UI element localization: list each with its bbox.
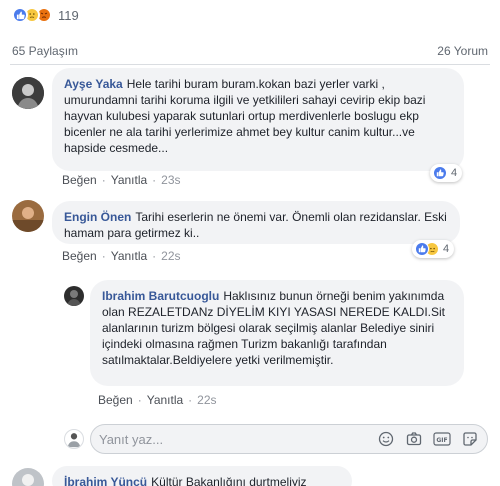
comment-reactions[interactable]: 4 (430, 164, 463, 182)
svg-text:GIF: GIF (436, 437, 447, 444)
reply-box: GIF (90, 424, 488, 454)
separator-dot: · (188, 393, 193, 407)
comments-count[interactable]: 26 Yorum (437, 44, 488, 58)
comment-time[interactable]: 22s (161, 249, 180, 263)
separator-dot: · (101, 173, 106, 187)
post-stats: 65 Paylaşım 26 Yorum (12, 44, 488, 58)
comment-time[interactable]: 23s (161, 173, 180, 187)
comment-bubble: Engin Önen Tarihi eserlerin ne önemi var.… (52, 201, 460, 244)
comment-text: Kültür Bakanlığını durtmeliyiz (151, 475, 307, 486)
separator-dot: · (152, 173, 157, 187)
comment-bubble: Ibrahim Barutcuoglu Haklısınız bunun örne… (90, 280, 464, 386)
avatar[interactable] (12, 200, 44, 232)
comment-bubble: Ayşe Yaka Hele tarihi buram buram.kokan b… (52, 68, 464, 171)
comment-actions: Beğen · Yanıtla · 22s (98, 393, 217, 407)
camera-icon[interactable] (405, 430, 423, 448)
comment-actions: Beğen · Yanıtla · 23s (62, 173, 181, 187)
avatar[interactable] (64, 286, 84, 306)
like-icon (415, 242, 429, 256)
comment-author[interactable]: Ayşe Yaka (64, 77, 123, 91)
post-reactions[interactable]: 119 (12, 6, 79, 24)
reply-input[interactable] (99, 431, 367, 447)
emoji-icon[interactable] (377, 430, 395, 448)
comment-reactions[interactable]: 4 (412, 240, 455, 258)
comment-author[interactable]: Ibrahim Barutcuoglu (102, 289, 219, 303)
comment-actions: Beğen · Yanıtla · 22s (62, 249, 181, 263)
like-button[interactable]: Beğen (62, 173, 97, 187)
separator-dot: · (101, 249, 106, 263)
like-icon (433, 166, 447, 180)
separator-dot: · (152, 249, 157, 263)
current-user-avatar (64, 429, 84, 449)
separator-dot: · (137, 393, 142, 407)
comment-time[interactable]: 22s (197, 393, 216, 407)
reply-button[interactable]: Yanıtla (147, 393, 183, 407)
sticker-icon[interactable] (461, 430, 479, 448)
like-button[interactable]: Beğen (98, 393, 133, 407)
reply-button[interactable]: Yanıtla (111, 173, 147, 187)
comment-author[interactable]: İbrahim Yüncü (64, 475, 147, 486)
like-icon (12, 7, 28, 23)
like-button[interactable]: Beğen (62, 249, 97, 263)
shares-count[interactable]: 65 Paylaşım (12, 44, 78, 58)
comment-reaction-count: 4 (443, 243, 450, 255)
avatar[interactable] (12, 468, 44, 486)
comment-reaction-count: 4 (451, 167, 458, 179)
reply-button[interactable]: Yanıtla (111, 249, 147, 263)
reaction-count[interactable]: 119 (58, 8, 79, 23)
avatar[interactable] (12, 77, 44, 109)
gif-icon[interactable]: GIF (433, 430, 451, 448)
comment-author[interactable]: Engin Önen (64, 210, 131, 224)
divider (10, 64, 490, 65)
comment-bubble: İbrahim Yüncü Kültür Bakanlığını durtmeli… (52, 466, 352, 486)
